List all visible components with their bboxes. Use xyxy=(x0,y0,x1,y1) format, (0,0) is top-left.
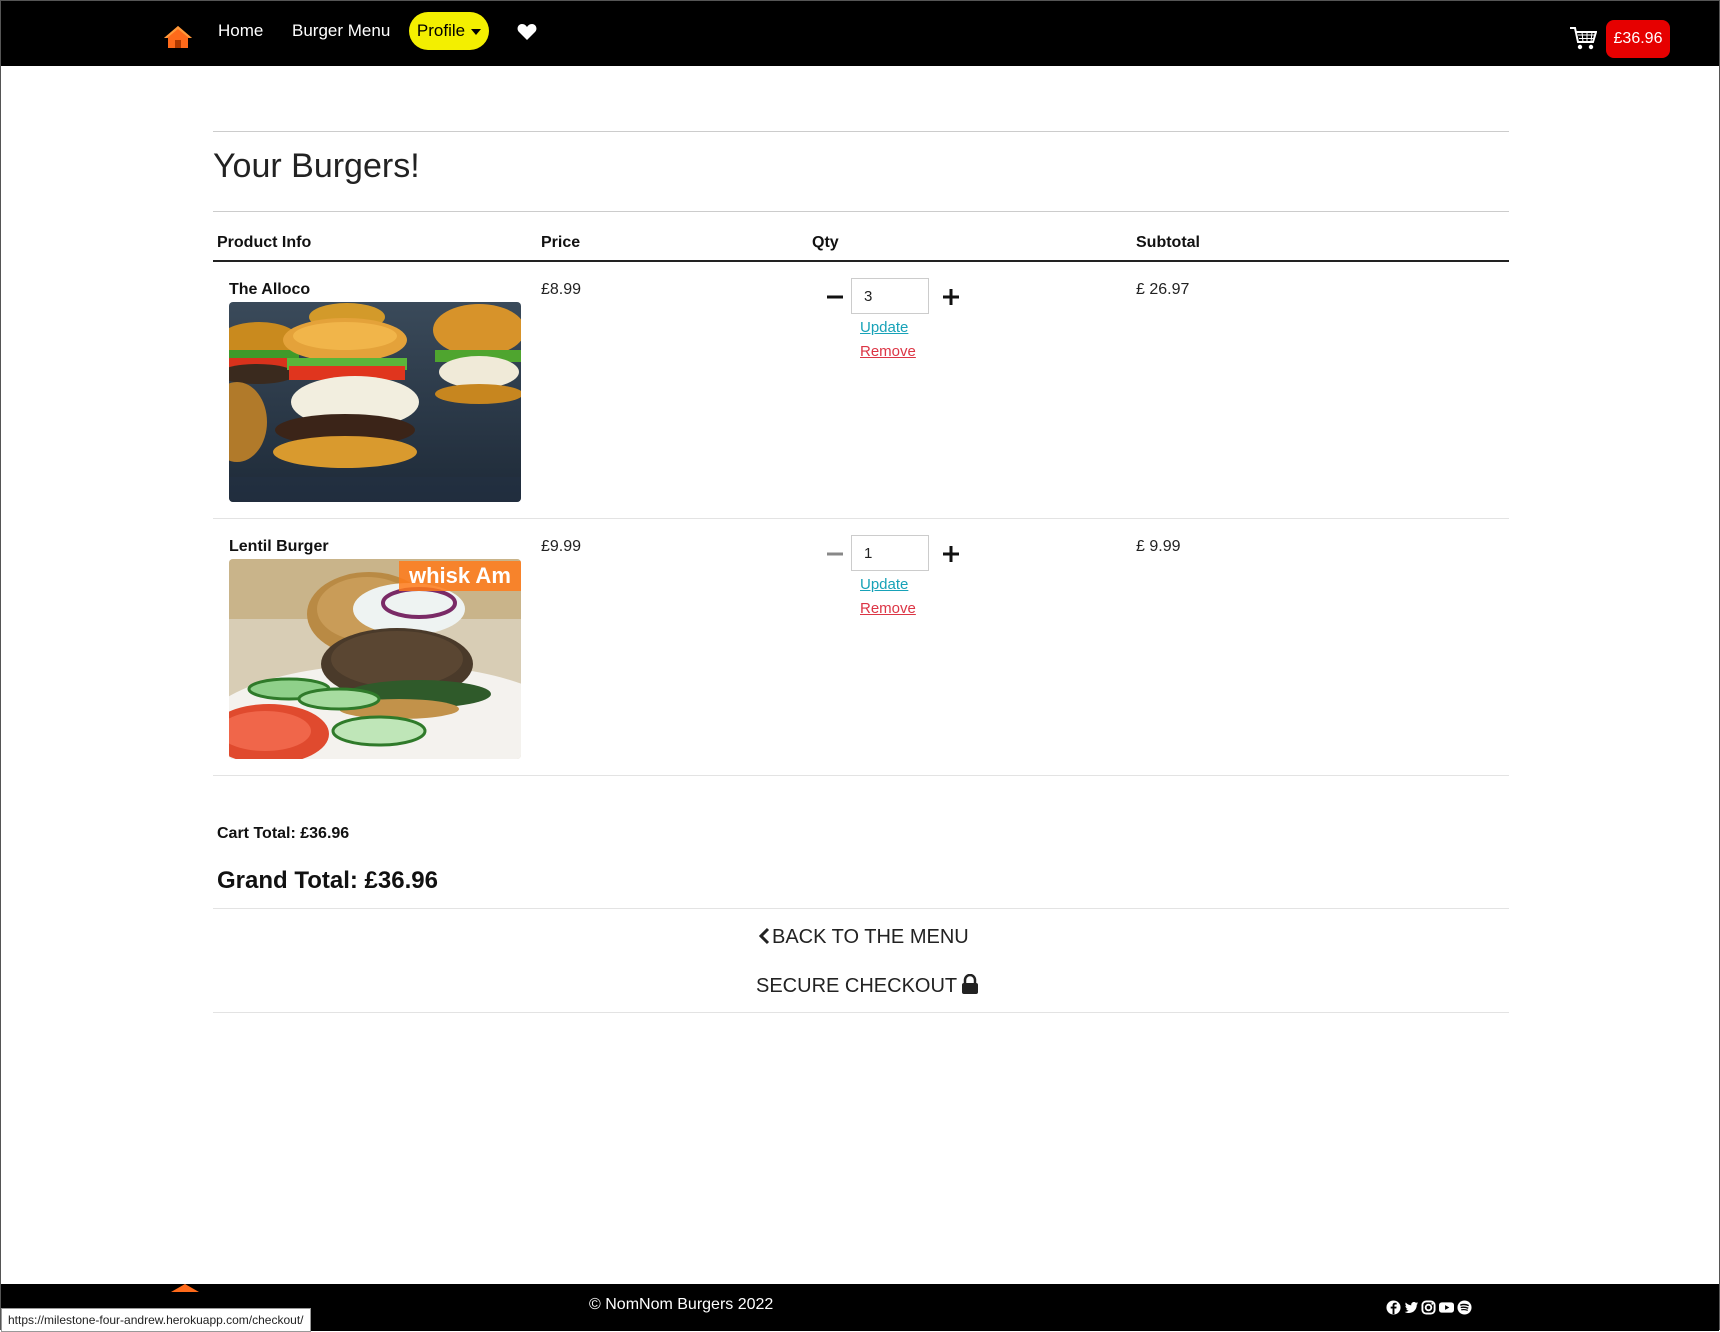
product-price: £9.99 xyxy=(541,538,582,555)
status-bar-url: https://milestone-four-andrew.herokuapp.… xyxy=(1,1308,311,1332)
row-divider xyxy=(213,775,1509,776)
header-qty: Qty xyxy=(812,234,839,251)
update-link[interactable]: Update xyxy=(860,319,908,336)
row-divider xyxy=(213,518,1509,519)
plus-icon[interactable] xyxy=(941,287,961,307)
chevron-left-icon xyxy=(758,927,770,945)
footer-copyright: © NomNom Burgers 2022 xyxy=(589,1296,774,1313)
footer-home-icon xyxy=(171,1284,199,1292)
profile-label: Profile xyxy=(416,21,466,40)
product-image-alloco xyxy=(229,302,521,502)
divider xyxy=(213,908,1509,909)
product-price: £8.99 xyxy=(541,281,582,298)
shopping-cart-icon[interactable] xyxy=(1569,25,1597,51)
remove-link[interactable]: Remove xyxy=(860,343,916,360)
minus-icon[interactable] xyxy=(825,544,845,564)
cart-total-text: Cart Total: £36.96 xyxy=(217,825,350,842)
grand-total-text: Grand Total: £36.96 xyxy=(217,867,438,894)
youtube-icon[interactable] xyxy=(1438,1300,1455,1315)
navbar: Home Burger Menu Profile £36.96 xyxy=(1,1,1719,66)
product-name: Lentil Burger xyxy=(229,538,329,555)
nav-burger-menu-link[interactable]: Burger Menu xyxy=(292,21,390,41)
minus-icon[interactable] xyxy=(825,287,845,307)
product-subtotal: £ 9.99 xyxy=(1136,538,1181,555)
twitter-icon[interactable] xyxy=(1404,1300,1419,1315)
divider xyxy=(213,211,1509,212)
quantity-input[interactable] xyxy=(851,278,929,314)
cart-total-badge[interactable]: £36.96 xyxy=(1606,20,1670,58)
instagram-icon[interactable] xyxy=(1421,1300,1436,1315)
plus-icon[interactable] xyxy=(941,544,961,564)
divider xyxy=(213,131,1509,132)
back-to-menu-label: BACK TO THE MENU xyxy=(772,926,969,948)
header-subtotal: Subtotal xyxy=(1136,234,1200,251)
product-name: The Alloco xyxy=(229,281,311,298)
product-subtotal: £ 26.97 xyxy=(1136,281,1190,298)
back-to-menu-button[interactable]: BACK TO THE MENU xyxy=(758,926,969,949)
profile-dropdown-button[interactable]: Profile xyxy=(409,12,489,50)
header-product-info: Product Info xyxy=(217,234,312,251)
product-image-lentil-burger: whisk Am xyxy=(229,559,521,759)
spotify-icon[interactable] xyxy=(1457,1300,1472,1315)
nav-home-link[interactable]: Home xyxy=(218,21,263,41)
update-link[interactable]: Update xyxy=(860,576,908,593)
home-icon[interactable] xyxy=(163,25,193,49)
quantity-input[interactable] xyxy=(851,535,929,571)
secure-checkout-button[interactable]: SECURE CHECKOUT xyxy=(756,973,979,998)
lock-icon xyxy=(962,973,979,994)
page-title: Your Burgers! xyxy=(213,147,420,185)
header-price: Price xyxy=(541,234,581,251)
heart-icon[interactable] xyxy=(517,23,537,41)
divider xyxy=(213,1012,1509,1013)
svg-text:whisk Am: whisk Am xyxy=(408,563,511,588)
facebook-icon[interactable] xyxy=(1386,1300,1401,1315)
table-header-border xyxy=(213,260,1509,262)
remove-link[interactable]: Remove xyxy=(860,600,916,617)
secure-checkout-label: SECURE CHECKOUT xyxy=(756,975,958,997)
caret-down-icon xyxy=(471,28,482,35)
